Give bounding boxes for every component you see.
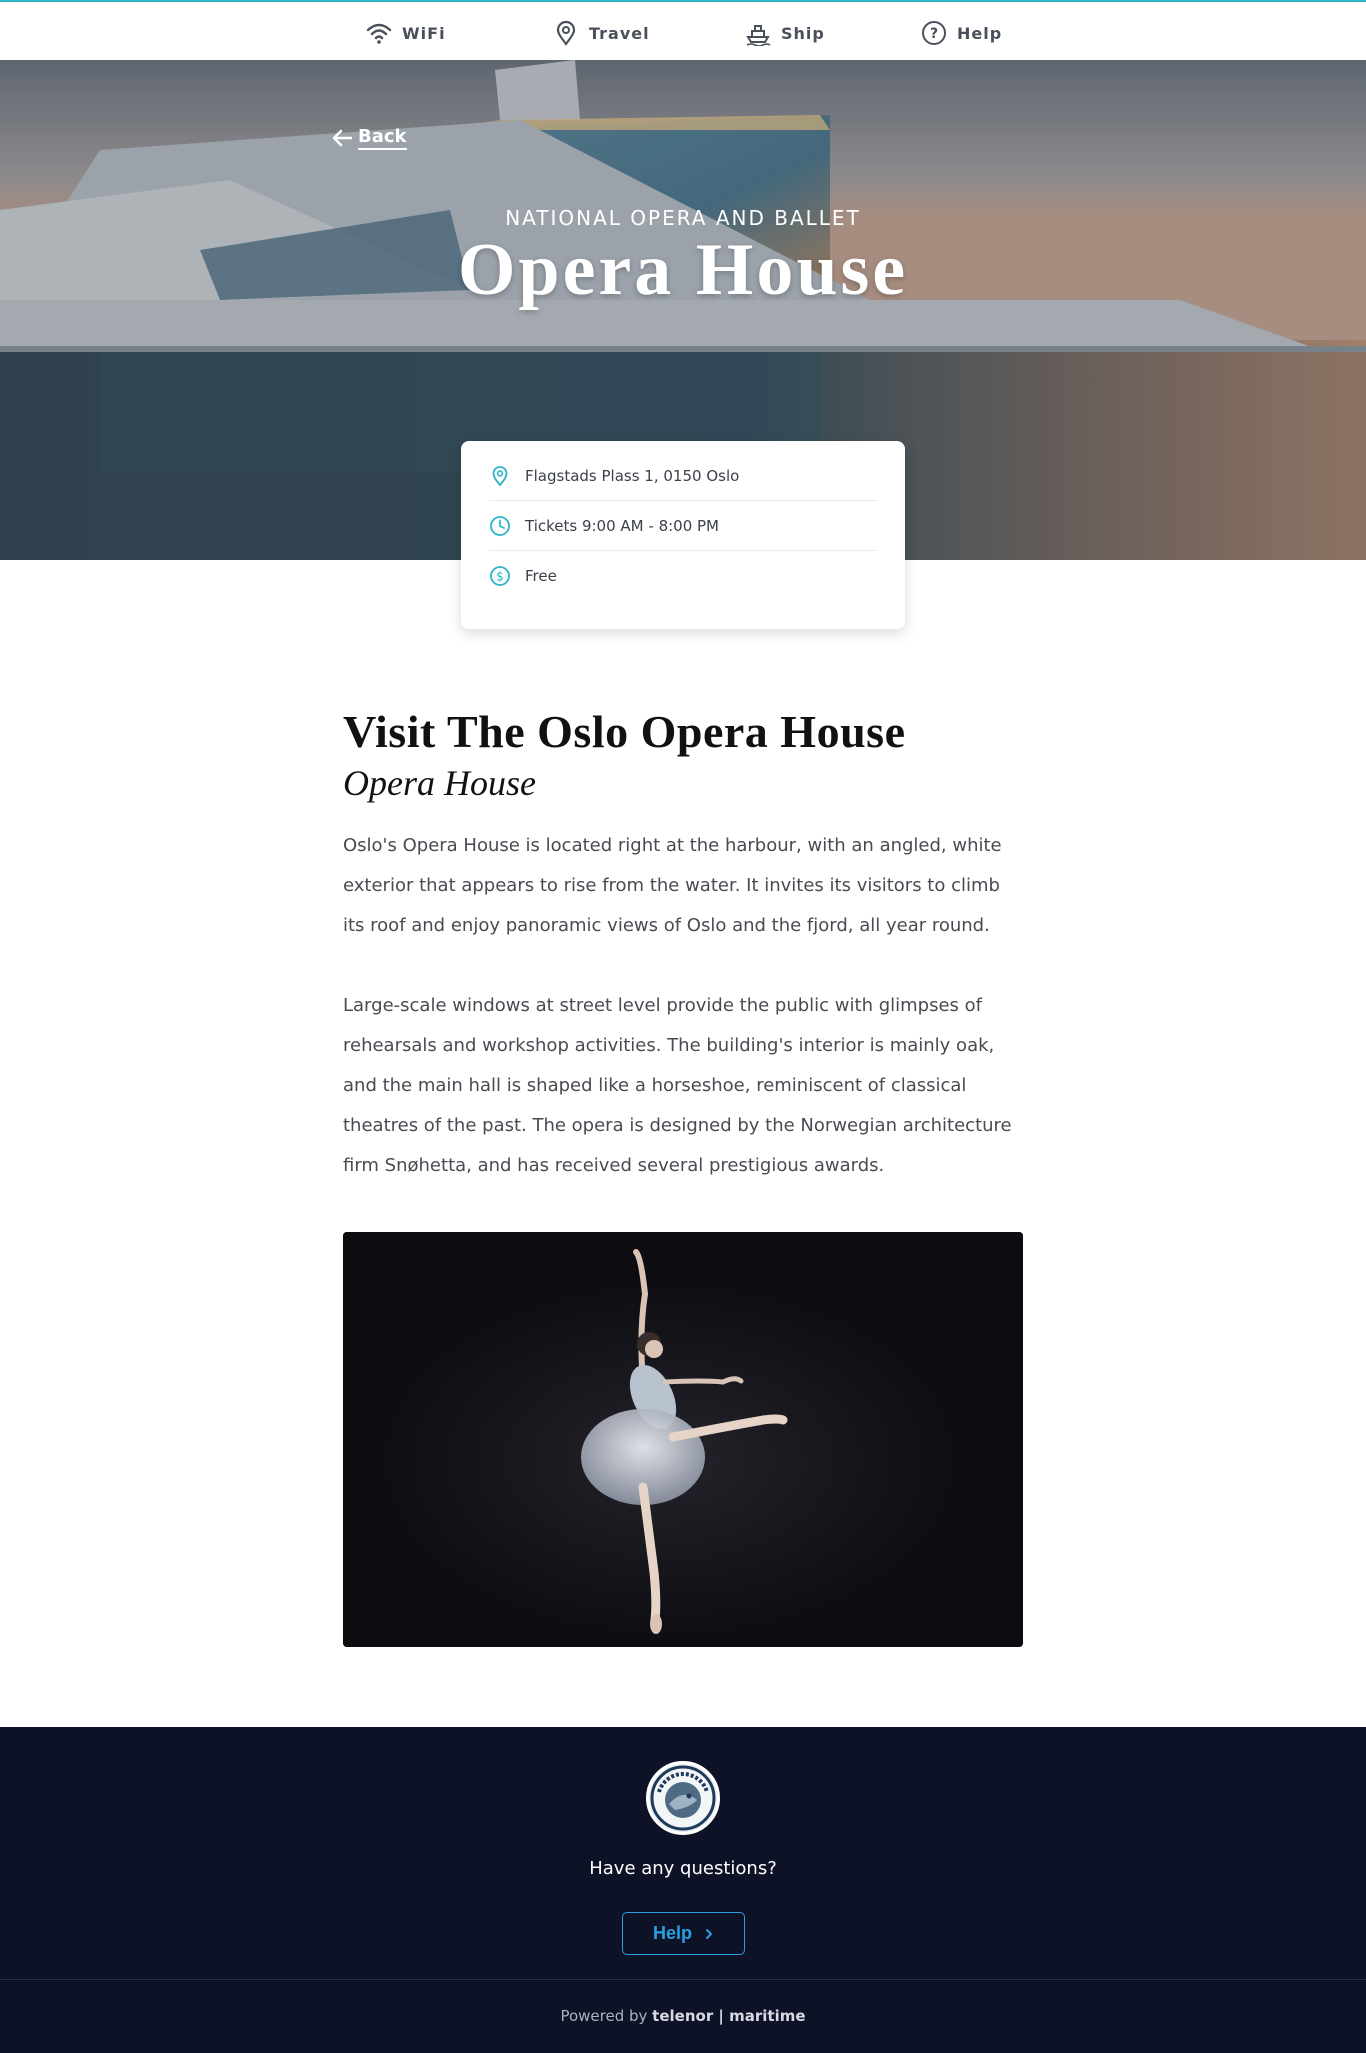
wifi-icon — [366, 23, 392, 44]
footer-divider — [0, 1979, 1366, 1980]
smyril-line-logo — [646, 1761, 720, 1835]
smyril-line-logo-mark — [650, 1765, 716, 1831]
help-circle-icon: ? — [922, 21, 946, 45]
top-navigation: WiFi Travel Ship ? Help — [0, 0, 1366, 60]
price-text: Free — [525, 567, 557, 585]
dollar-circle-icon: $ — [490, 566, 510, 586]
ballet-dancer-photo — [343, 1232, 1023, 1647]
page-title: Opera House — [457, 229, 909, 311]
svg-text:$: $ — [496, 570, 504, 584]
nav-label-ship: Ship — [781, 23, 825, 43]
nav-label-travel: Travel — [589, 23, 650, 43]
location-pin-icon — [556, 20, 576, 46]
nav-label-help: Help — [957, 23, 1003, 43]
svg-text:?: ? — [930, 26, 938, 42]
help-button[interactable]: Help — [622, 1912, 745, 1955]
info-row-hours: Tickets 9:00 AM - 8:00 PM — [489, 501, 877, 551]
article-heading: Visit The Oslo Opera House — [343, 706, 906, 757]
back-link[interactable]: Back — [332, 126, 407, 150]
ballet-dancer-illustration — [343, 1232, 1023, 1647]
powered-prefix: Powered by — [560, 2007, 648, 2025]
nav-item-help[interactable]: ? Help — [921, 20, 1002, 46]
footer-question: Have any questions? — [589, 1858, 777, 1879]
hero-kicker: NATIONAL OPERA AND BALLET — [505, 206, 861, 230]
help-button-label: Help — [652, 1923, 692, 1943]
nav-label-wifi: WiFi — [402, 23, 446, 43]
article-paragraph: Oslo's Opera House is located right at t… — [343, 835, 1002, 936]
article: Visit The Oslo Opera House Opera House O… — [343, 705, 1023, 1186]
hours-text: Tickets 9:00 AM - 8:00 PM — [525, 516, 720, 535]
clock-icon — [490, 515, 510, 536]
arrow-left-icon — [332, 129, 352, 147]
nav-item-travel[interactable]: Travel — [553, 20, 650, 46]
powered-brand: telenor | maritime — [652, 2007, 806, 2025]
info-card: Flagstads Plass 1, 0150 Oslo Tickets 9:0… — [461, 441, 905, 629]
address-text: Flagstads Plass 1, 0150 Oslo — [525, 466, 740, 485]
nav-item-ship[interactable]: Ship — [745, 20, 825, 46]
back-label: Back — [358, 126, 407, 150]
nav-item-wifi[interactable]: WiFi — [366, 20, 446, 46]
ship-icon — [746, 25, 771, 46]
chevron-right-icon — [706, 1928, 712, 1939]
info-row-address: Flagstads Plass 1, 0150 Oslo — [489, 451, 877, 501]
location-pin-icon — [492, 465, 508, 486]
info-row-price: $ Free — [489, 551, 877, 601]
article-subheading: Opera House — [343, 763, 536, 803]
footer: Have any questions? Help Powered by tele… — [0, 1727, 1366, 2053]
article-paragraph: Large-scale windows at street level prov… — [343, 995, 1012, 1176]
powered-by: Powered by telenor | maritime — [0, 2007, 1366, 2025]
